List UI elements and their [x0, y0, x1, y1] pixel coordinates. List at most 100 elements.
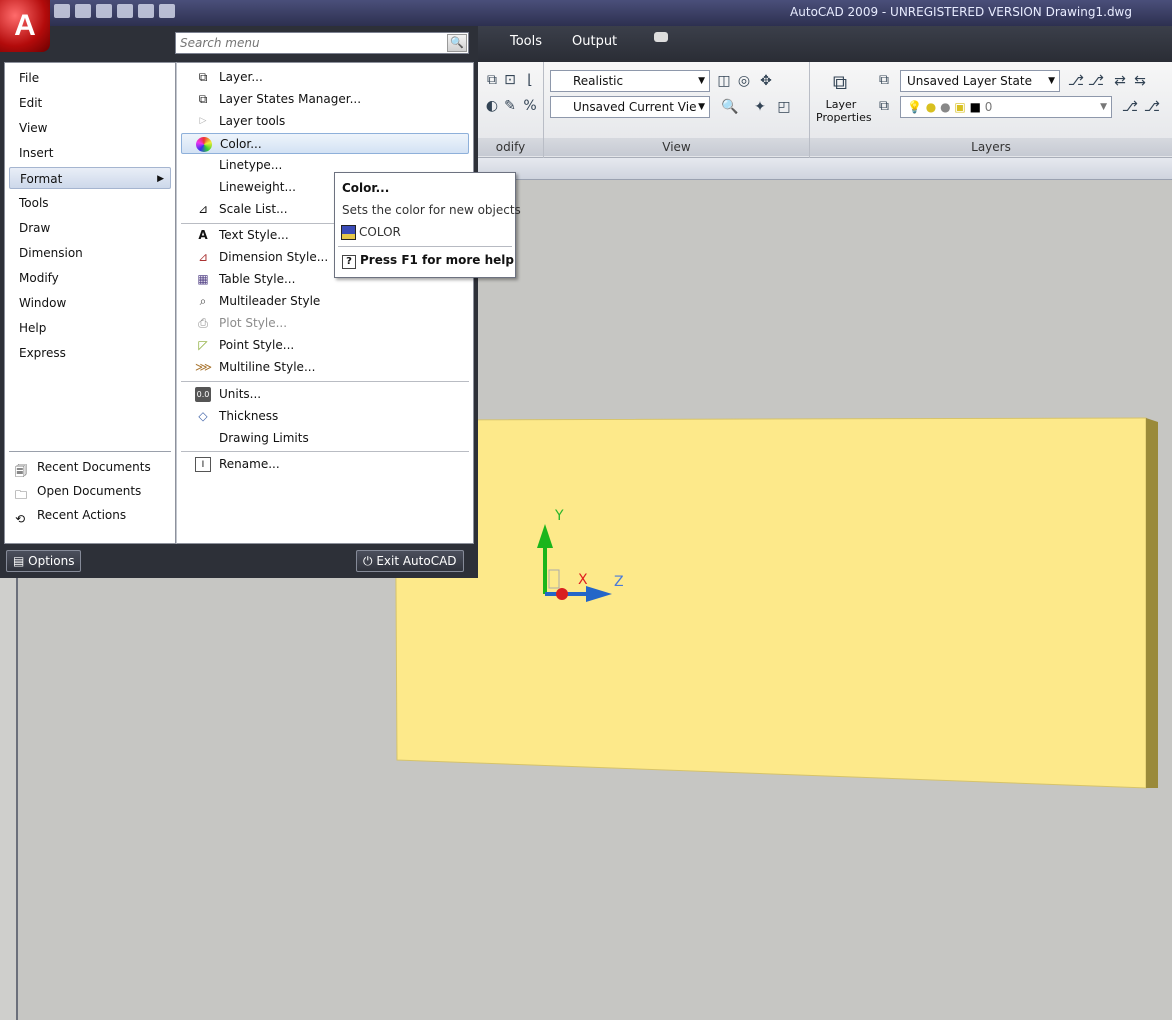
layer-state-combo[interactable]: Unsaved Layer State ▼ — [900, 70, 1060, 92]
menu-item-multileader-style[interactable]: ⌕ Multileader Style — [181, 291, 469, 312]
layer-properties-icon[interactable]: ⧉ — [826, 68, 854, 96]
visual-style-combo[interactable]: Realistic ▼ — [550, 70, 710, 92]
menu-item-file[interactable]: File — [9, 67, 171, 89]
pan-icon[interactable]: ✦ — [750, 97, 770, 117]
command-icon — [341, 225, 356, 240]
menu-item-view[interactable]: View — [9, 117, 171, 139]
dimension-style-icon: ⊿ — [197, 250, 209, 264]
menu-item-units[interactable]: 0.0 Units... — [181, 384, 469, 405]
tooltip-command: COLOR — [359, 225, 401, 239]
menu-item-thickness[interactable]: ◇ Thickness — [181, 406, 469, 427]
menu-item-layer[interactable]: ⧉ Layer... — [181, 67, 469, 88]
folder-icon: 🗀 — [15, 488, 28, 502]
edit-icon[interactable]: ✎ — [500, 96, 520, 116]
orbit-icon[interactable]: ✥ — [756, 71, 776, 91]
layer-state-icon[interactable]: ⧉ — [874, 70, 894, 90]
view-cube-icon[interactable]: ◫ — [714, 71, 734, 91]
divider — [181, 381, 469, 382]
color-swatch-icon: ■ — [969, 100, 981, 114]
scale-icon[interactable]: % — [520, 96, 540, 116]
exit-autocad-button[interactable]: ⏻ Exit AutoCAD — [356, 550, 464, 572]
menu-item-draw[interactable]: Draw — [9, 217, 171, 239]
menu-item-format[interactable]: Format ▶ — [9, 167, 171, 189]
application-button[interactable]: A — [0, 0, 50, 52]
menu-item-rename[interactable]: I Rename... — [181, 454, 469, 475]
ribbon-tab-bar: Tools Output — [478, 26, 1172, 62]
fillet-icon[interactable]: ◐ — [482, 96, 502, 116]
menu-item-window[interactable]: Window — [9, 292, 171, 314]
modify-tool-icon[interactable]: ⧉ — [482, 70, 502, 90]
color-tooltip: Color... Sets the color for new objects … — [334, 172, 521, 278]
search-menu-input[interactable] — [176, 33, 436, 53]
visual-style-value: Realistic — [573, 74, 624, 88]
chevron-down-icon: ▼ — [1100, 102, 1107, 112]
menu-item-multiline-style[interactable]: ⋙ Multiline Style... — [181, 357, 469, 378]
search-icon[interactable]: 🔍 — [447, 34, 467, 52]
save-icon[interactable] — [96, 4, 112, 18]
menu-item-color[interactable]: Color... — [181, 133, 469, 154]
layer-properties-label[interactable]: Layer Properties — [816, 98, 872, 124]
ribbon-group-layers: ⧉ Layer Properties ⧉ Unsaved Layer State… — [810, 62, 1172, 158]
chevron-down-icon: ▼ — [698, 102, 705, 112]
ribbon-group-modify: ⧉ ⊡ ⌊ ◐ ✎ % odify — [478, 62, 544, 158]
divider — [338, 246, 512, 247]
layer-tool-icon[interactable]: ⎇ — [1066, 71, 1086, 91]
layer-states-icon: ⧉ — [198, 92, 208, 106]
recent-documents-icon: 🗐 — [15, 464, 27, 478]
ribbon-group-label: odify — [478, 138, 543, 156]
named-view-value: Unsaved Current Vie — [573, 100, 697, 114]
color-wheel-icon — [196, 137, 212, 152]
open-documents-button[interactable]: 🗀 Open Documents — [11, 479, 171, 503]
menu-item-modify[interactable]: Modify — [9, 267, 171, 289]
new-file-icon[interactable] — [54, 4, 70, 18]
divider — [9, 451, 171, 452]
ribbon-group-label: View — [544, 138, 809, 156]
menu-item-edit[interactable]: Edit — [9, 92, 171, 114]
named-view-combo[interactable]: Unsaved Current Vie ▼ — [550, 96, 710, 118]
plot-style-icon: ⎙ — [198, 316, 208, 330]
camera-icon[interactable]: ◰ — [774, 97, 794, 117]
help-icon: ? — [342, 255, 356, 269]
tab-tools[interactable]: Tools — [510, 34, 542, 49]
menu-item-drawing-limits[interactable]: Drawing Limits — [181, 428, 469, 449]
menu-item-dimension[interactable]: Dimension — [9, 242, 171, 264]
zoom-icon[interactable]: 🔍 — [720, 97, 740, 117]
search-menu-box: 🔍 — [175, 32, 469, 54]
target-icon[interactable]: ◎ — [734, 71, 754, 91]
layer-previous-icon[interactable]: ⇆ — [1130, 71, 1150, 91]
undo-icon[interactable] — [138, 4, 154, 18]
menu-item-tools[interactable]: Tools — [9, 192, 171, 214]
open-file-icon[interactable] — [75, 4, 91, 18]
menu-item-help[interactable]: Help — [9, 317, 171, 339]
menu-item-layer-tools[interactable]: ▷ Layer tools — [181, 111, 469, 132]
minimize-ribbon-icon[interactable] — [654, 32, 668, 42]
layer-combo[interactable]: 💡 ● ● ▣ ■ 0 ▼ — [900, 96, 1112, 118]
recent-documents-button[interactable]: 🗐 Recent Documents — [11, 455, 171, 479]
viewport-left-edge — [0, 570, 18, 1020]
quick-access-toolbar — [54, 4, 194, 22]
tab-output[interactable]: Output — [572, 34, 617, 49]
drawing-viewport[interactable] — [478, 180, 1172, 1020]
layer-walk-icon[interactable]: ⎇ — [1120, 97, 1140, 117]
menu-item-layer-states-manager[interactable]: ⧉ Layer States Manager... — [181, 89, 469, 110]
layer-tool-icon[interactable]: ⎇ — [1086, 71, 1106, 91]
multileader-style-icon: ⌕ — [199, 294, 207, 308]
units-icon: 0.0 — [195, 387, 211, 402]
drawing-tab-strip — [478, 158, 1172, 180]
layer-isolate-icon[interactable]: ⎇ — [1142, 97, 1162, 117]
menu-item-express[interactable]: Express — [9, 342, 171, 364]
menu-item-point-style[interactable]: ◸ Point Style... — [181, 335, 469, 356]
lock-icon: ▣ — [954, 100, 966, 114]
redo-icon[interactable] — [159, 4, 175, 18]
layer-make-current-icon[interactable]: ⧉ — [874, 96, 894, 116]
menu-item-plot-style: ⎙ Plot Style... — [181, 313, 469, 334]
array-icon[interactable]: ⊡ — [500, 70, 520, 90]
title-bar: AutoCAD 2009 - UNREGISTERED VERSION Draw… — [0, 0, 1172, 26]
menu-item-insert[interactable]: Insert — [9, 142, 171, 164]
print-icon[interactable] — [117, 4, 133, 18]
chevron-down-icon: ▼ — [698, 76, 705, 86]
trim-icon[interactable]: ⌊ — [520, 70, 540, 90]
layer-match-icon[interactable]: ⇄ — [1110, 71, 1130, 91]
recent-actions-button[interactable]: ⟲ Recent Actions — [11, 503, 171, 527]
options-button[interactable]: ▤ Options — [6, 550, 82, 572]
